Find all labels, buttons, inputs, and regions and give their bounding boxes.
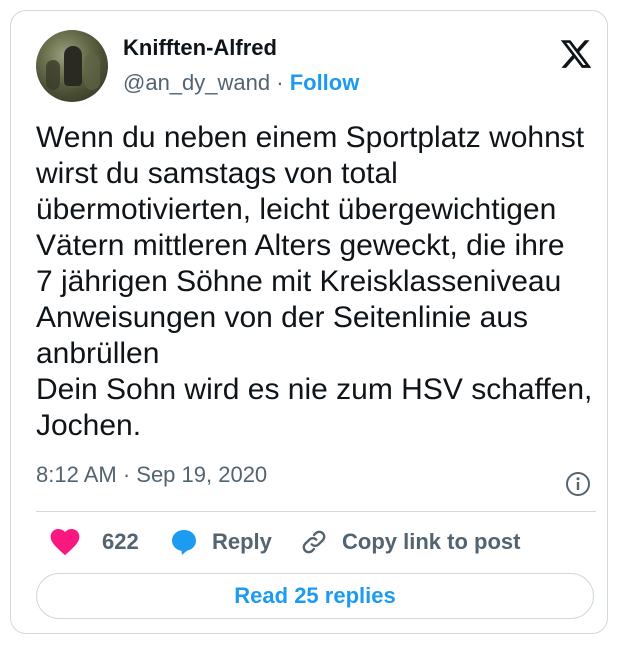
copy-link-label: Copy link to post <box>342 529 521 554</box>
user-handle[interactable]: @an_dy_wand <box>123 70 270 95</box>
info-icon[interactable] <box>565 471 591 497</box>
reply-label: Reply <box>212 529 272 554</box>
like-button[interactable]: 622 <box>50 524 139 560</box>
follow-button[interactable]: Follow <box>290 70 360 95</box>
separator: · <box>276 70 284 95</box>
tweet-card: Knifften-Alfred @an_dy_wand · Follow Wen… <box>10 10 608 634</box>
link-icon <box>302 530 326 554</box>
heart-icon <box>50 529 80 556</box>
copy-link-button[interactable]: Copy link to post <box>300 524 520 560</box>
speech-bubble-icon <box>172 530 196 555</box>
divider <box>36 511 596 512</box>
x-logo-icon[interactable] <box>559 37 593 71</box>
handle-row: @an_dy_wand · Follow <box>123 70 359 96</box>
timestamp[interactable]: 8:12 AM · Sep 19, 2020 <box>36 462 267 488</box>
avatar[interactable] <box>36 30 108 102</box>
reply-button[interactable]: Reply <box>170 524 272 560</box>
display-name[interactable]: Knifften-Alfred <box>123 35 277 61</box>
read-replies-label: Read 25 replies <box>234 583 396 608</box>
post-text: Wenn du neben einem Sportplatz wohnst wi… <box>36 121 593 442</box>
like-count: 622 <box>102 529 139 554</box>
action-bar: 622 Reply Copy link to post <box>36 524 596 560</box>
read-replies-button[interactable]: Read 25 replies <box>36 573 594 619</box>
